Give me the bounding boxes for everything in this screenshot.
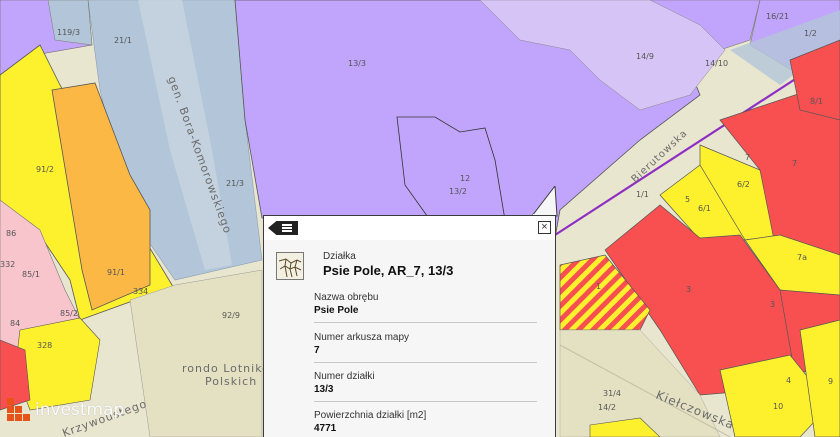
label-1: 1 — [596, 282, 601, 291]
parcel-92-9[interactable] — [129, 269, 263, 437]
label-14-2: 14/2 — [598, 403, 616, 412]
label-1-1: 1/1 — [636, 190, 649, 199]
label-3: 3 — [686, 285, 691, 294]
label-85-2: 85/2 — [60, 309, 78, 318]
popup-category: Działka — [323, 251, 356, 262]
field-numer-dzialki: Numer działki 13/3 — [314, 371, 537, 395]
label-332: 332 — [0, 260, 15, 269]
label-21-1: 21/1 — [114, 36, 132, 45]
label-328: 328 — [37, 341, 52, 350]
field-value: Psie Pole — [314, 305, 359, 316]
label-16-21: 16/21 — [766, 12, 789, 21]
field-label: Numer arkusza mapy — [314, 332, 410, 343]
field-powierzchnia: Powierzchnia działki [m2] 4771 — [314, 410, 537, 434]
parcel-info-popup: × Działka Psie Pole, AR_7, 13/3 Nazwa ob… — [263, 215, 556, 437]
label-10: 10 — [773, 402, 783, 411]
label-85-1: 85/1 — [22, 270, 40, 279]
investmap-watermark: investmap — [7, 395, 124, 425]
field-label: Numer działki — [314, 371, 375, 382]
label-334: 334 — [133, 287, 148, 296]
field-value: 4771 — [314, 423, 337, 434]
field-label: Powierzchnia działki [m2] — [314, 410, 427, 421]
label-119-3: 119/3 — [57, 28, 80, 37]
field-label: Nazwa obrębu — [314, 292, 379, 303]
parcel-left-blue-strip — [47, 0, 93, 46]
popup-title: Psie Pole, AR_7, 13/3 — [323, 263, 454, 278]
label-4: 4 — [786, 376, 791, 385]
label-1-2: 1/2 — [804, 29, 817, 38]
label-5: 5 — [685, 195, 690, 204]
parcel-map-icon — [276, 252, 304, 280]
label-91-1: 91/1 — [107, 268, 125, 277]
label-7-top: 7 — [745, 153, 750, 162]
label-7a: 7a — [797, 253, 807, 262]
popup-pointer — [530, 186, 558, 218]
divider — [314, 322, 537, 323]
divider — [314, 401, 537, 402]
field-value: 13/3 — [314, 384, 334, 395]
label-14-10: 14/10 — [705, 59, 728, 68]
list-icon[interactable] — [268, 221, 298, 235]
street-polskich: Polskich — [205, 375, 257, 388]
divider — [314, 362, 537, 363]
field-nazwa-obrebu: Nazwa obrębu Psie Pole — [314, 292, 537, 316]
investmap-logo-icon — [7, 398, 31, 422]
label-86: 86 — [6, 229, 16, 238]
label-91-2: 91/2 — [36, 165, 54, 174]
field-numer-arkusza: Numer arkusza mapy 7 — [314, 332, 537, 356]
label-14-9: 14/9 — [636, 52, 654, 61]
label-13-2: 13/2 — [449, 187, 467, 196]
label-92-9: 92/9 — [222, 311, 240, 320]
label-12: 12 — [460, 174, 470, 183]
close-icon[interactable]: × — [538, 221, 551, 234]
label-21-3: 21/3 — [226, 179, 244, 188]
label-3b: 3 — [770, 300, 775, 309]
watermark-text: investmap — [35, 400, 125, 420]
label-31-4: 31/4 — [603, 389, 621, 398]
popup-header-bar: × — [264, 216, 555, 240]
label-8-1: 8/1 — [810, 97, 823, 106]
label-13-3: 13/3 — [348, 59, 366, 68]
label-6-2: 6/2 — [737, 180, 750, 189]
label-7: 7 — [792, 159, 797, 168]
label-84: 84 — [10, 319, 20, 328]
label-9: 9 — [828, 377, 833, 386]
field-value: 7 — [314, 345, 320, 356]
label-6-1: 6/1 — [698, 204, 711, 213]
